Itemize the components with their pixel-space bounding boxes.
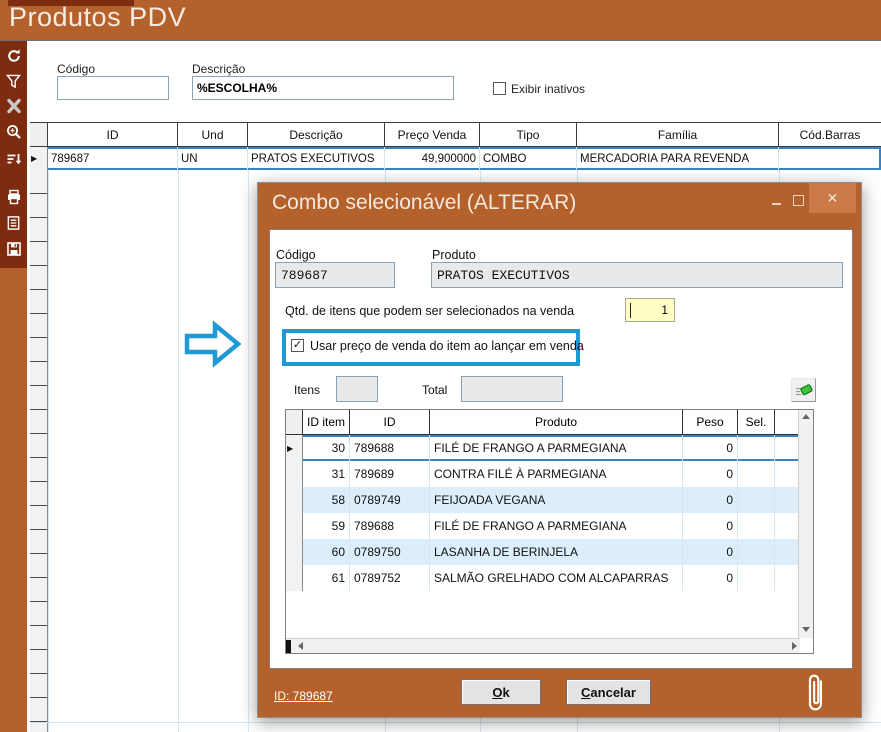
annotation-arrow-icon bbox=[184, 320, 242, 373]
items-grid-header: ID item ID Produto Peso Sel. bbox=[286, 410, 800, 435]
product-row[interactable]: 789687 UN PRATOS EXECUTIVOS 49,900000 CO… bbox=[30, 147, 881, 170]
col-header-tipo[interactable]: Tipo bbox=[480, 123, 577, 146]
products-grid-header: ID Und Descrição Preço Venda Tipo Famíli… bbox=[30, 122, 881, 147]
app-window: Produtos PDV Código Descrição %ESCOLHA% … bbox=[0, 0, 881, 732]
refresh-icon[interactable] bbox=[0, 45, 27, 67]
grid-column-line bbox=[248, 170, 249, 732]
minimize-button[interactable] bbox=[766, 189, 786, 211]
itens-label: Itens bbox=[294, 383, 320, 397]
total-label: Total bbox=[422, 383, 447, 397]
item-row[interactable]: 30 789688 FILÉ DE FRANGO A PARMEGIANA 0 bbox=[286, 435, 800, 461]
page-title: Produtos PDV bbox=[9, 2, 186, 33]
clear-filter-icon[interactable] bbox=[0, 95, 27, 117]
dialog-produto-label: Produto bbox=[432, 248, 476, 262]
codigo-filter-label: Código bbox=[57, 62, 95, 76]
exibir-inativos-checkbox[interactable] bbox=[493, 82, 506, 95]
close-button[interactable]: ✕ bbox=[809, 183, 856, 213]
row-selector-track bbox=[30, 170, 48, 732]
scroll-right-icon[interactable] bbox=[792, 642, 797, 650]
maximize-button[interactable] bbox=[788, 189, 808, 211]
item-row[interactable]: 59 789688 FILÉ DE FRANGO A PARMEGIANA 0 bbox=[286, 513, 800, 539]
col-header-preco-venda[interactable]: Preço Venda bbox=[385, 123, 480, 146]
codigo-filter-input[interactable] bbox=[57, 76, 169, 100]
window-top-edge bbox=[8, 0, 134, 6]
grid-column-line bbox=[48, 170, 49, 732]
col-header-descricao[interactable]: Descrição bbox=[248, 123, 385, 146]
scroll-down-icon[interactable] bbox=[802, 627, 810, 632]
grid-row-line bbox=[30, 722, 881, 723]
print-icon[interactable] bbox=[0, 186, 27, 208]
filter-icon[interactable] bbox=[0, 70, 27, 92]
col-header-filler bbox=[775, 410, 800, 434]
combo-dialog: Combo selecionável (ALTERAR) ✕ Código 78… bbox=[257, 182, 862, 718]
row-selector-cell bbox=[286, 565, 303, 591]
titlebar-divider bbox=[0, 40, 881, 41]
total-field[interactable] bbox=[461, 376, 563, 402]
qtd-itens-input[interactable]: 1 bbox=[625, 298, 675, 322]
col-header-id[interactable]: ID bbox=[48, 123, 178, 146]
scrollbar-thumb[interactable] bbox=[286, 640, 291, 653]
items-grid-body: 30 789688 FILÉ DE FRANGO A PARMEGIANA 0 … bbox=[286, 435, 800, 591]
selected-row-marker-icon bbox=[287, 444, 293, 453]
col-header-produto[interactable]: Produto bbox=[430, 410, 683, 434]
col-header-id-item[interactable]: ID item bbox=[303, 410, 350, 434]
descricao-filter-label: Descrição bbox=[192, 62, 245, 76]
row-selector-cell bbox=[286, 435, 303, 461]
dialog-codigo-field[interactable]: 789687 bbox=[275, 262, 395, 288]
horizontal-scrollbar[interactable] bbox=[286, 638, 800, 653]
report-icon[interactable] bbox=[0, 212, 27, 234]
dialog-content-panel: Código 789687 Produto PRATOS EXECUTIVOS … bbox=[269, 229, 853, 669]
vertical-scrollbar[interactable] bbox=[798, 410, 813, 638]
dialog-title: Combo selecionável (ALTERAR) bbox=[272, 191, 576, 215]
row-selector-cell bbox=[286, 539, 303, 565]
products-grid-body: 789687 UN PRATOS EXECUTIVOS 49,900000 CO… bbox=[30, 147, 881, 170]
item-row[interactable]: 60 0789750 LASANHA DE BERINJELA 0 bbox=[286, 539, 800, 565]
row-selector-cell bbox=[30, 147, 48, 170]
eraser-icon bbox=[795, 382, 813, 398]
col-header-und[interactable]: Und bbox=[178, 123, 248, 146]
exibir-inativos-label: Exibir inativos bbox=[511, 82, 585, 96]
text-caret bbox=[630, 303, 631, 318]
row-selector-header bbox=[286, 410, 303, 434]
col-header-id[interactable]: ID bbox=[350, 410, 430, 434]
item-row[interactable]: 61 0789752 SALMÃO GRELHADO COM ALCAPARRA… bbox=[286, 565, 800, 591]
dialog-produto-field[interactable]: PRATOS EXECUTIVOS bbox=[431, 262, 843, 288]
col-header-familia[interactable]: Família bbox=[577, 123, 779, 146]
qtd-itens-label: Qtd. de itens que podem ser selecionados… bbox=[285, 304, 574, 318]
usar-preco-label: Usar preço de venda do item ao lançar em… bbox=[310, 339, 584, 353]
row-selector-header bbox=[30, 123, 48, 146]
paperclip-icon bbox=[804, 671, 828, 722]
scroll-left-icon[interactable] bbox=[298, 642, 303, 650]
record-id-link[interactable]: ID: 789687 bbox=[274, 689, 333, 703]
dialog-items-grid: ID item ID Produto Peso Sel. 30 789688 F… bbox=[285, 409, 814, 654]
titlebar: Produtos PDV bbox=[0, 0, 881, 40]
selected-row-marker-icon bbox=[31, 154, 37, 163]
cancel-button[interactable]: Cancelar bbox=[566, 679, 651, 705]
col-header-cod-barras[interactable]: Cód.Barras bbox=[779, 123, 881, 146]
dialog-codigo-label: Código bbox=[276, 248, 316, 262]
col-header-peso[interactable]: Peso bbox=[683, 410, 738, 434]
descricao-filter-input[interactable]: %ESCOLHA% bbox=[192, 76, 454, 100]
sort-order-icon[interactable] bbox=[0, 148, 27, 170]
col-header-sel[interactable]: Sel. bbox=[738, 410, 775, 434]
row-selector-cell bbox=[286, 487, 303, 513]
row-selector-cell bbox=[286, 513, 303, 539]
clear-items-button[interactable] bbox=[791, 378, 816, 402]
save-icon[interactable] bbox=[0, 238, 27, 260]
zoom-icon[interactable] bbox=[0, 121, 27, 143]
item-row[interactable]: 31 789689 CONTRA FILÉ À PARMEGIANA 0 bbox=[286, 461, 800, 487]
scroll-up-icon[interactable] bbox=[802, 414, 810, 419]
itens-field[interactable] bbox=[336, 376, 378, 402]
grid-column-line bbox=[178, 170, 179, 732]
ok-button[interactable]: Ok bbox=[461, 679, 541, 705]
usar-preco-checkbox[interactable]: ✓ bbox=[291, 339, 304, 352]
item-row[interactable]: 58 0789749 FEIJOADA VEGANA 0 bbox=[286, 487, 800, 513]
row-selector-cell bbox=[286, 461, 303, 487]
